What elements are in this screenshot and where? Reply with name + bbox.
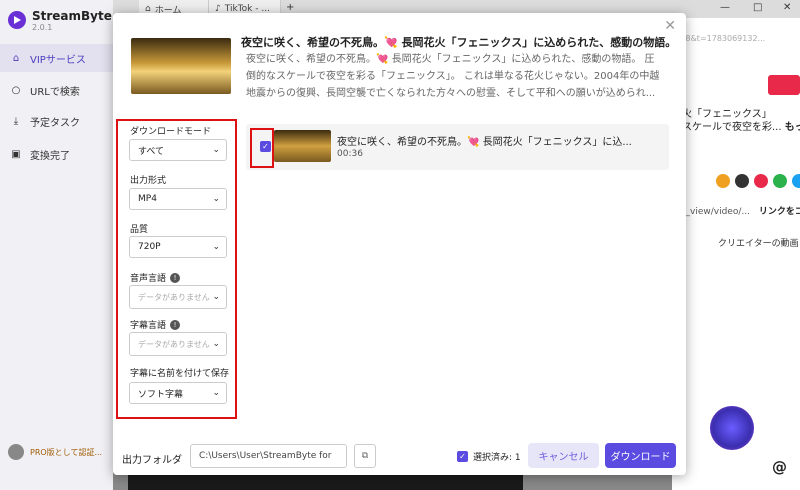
- app-window: StreamByte 2.0.1 ⌂ VIPサービス ○ URLで検索 ⤓ 予定…: [0, 0, 800, 490]
- label-text: 音声言語: [130, 274, 167, 284]
- info-icon: !: [170, 272, 181, 283]
- sidebar: StreamByte 2.0.1 ⌂ VIPサービス ○ URLで検索 ⤓ 予定…: [0, 0, 113, 490]
- page-title-line: スケールで夜空を彩...: [682, 122, 782, 133]
- pro-activation[interactable]: PRO版として認証...: [8, 444, 102, 460]
- download-button[interactable]: ダウンロード: [605, 443, 676, 468]
- folder-browse-icon[interactable]: ⧉: [354, 444, 376, 468]
- select-value: ソフト字幕: [138, 389, 184, 400]
- download-mode-select[interactable]: すべて ⌄: [129, 139, 227, 161]
- sidebar-item-label: 予定タスク: [30, 117, 80, 129]
- close-icon[interactable]: ✕: [664, 18, 676, 34]
- item-thumbnail: [274, 130, 331, 162]
- share-icon[interactable]: [754, 174, 768, 188]
- sidebar-item-label: URLで検索: [30, 86, 80, 98]
- share-icon[interactable]: [792, 174, 800, 188]
- selected-count: ✓ 選択済み: 1: [457, 450, 521, 463]
- sidebar-item-label: 変換完了: [30, 150, 70, 162]
- chevron-down-icon: ⌄: [212, 388, 220, 398]
- creator-videos-tab[interactable]: クリエイターの動画: [718, 236, 799, 249]
- video-title: 夜空に咲く、希望の不死鳥。💘 長岡花火「フェニックス」に込められた、感動の物語。…: [241, 36, 671, 49]
- output-folder-label: 出力フォルダ: [122, 455, 182, 466]
- sidebar-item-url-search[interactable]: ○ URLで検索: [0, 76, 113, 104]
- copy-link-button[interactable]: リンクをコ: [759, 207, 800, 217]
- sidebar-item-converted[interactable]: ▣ 変換完了: [0, 140, 113, 168]
- format-select[interactable]: MP4 ⌄: [129, 188, 227, 210]
- video-description: 夜空に咲く、希望の不死鳥。💘 長岡花火「フェニックス」に込められた、感動の物語。…: [246, 54, 660, 99]
- sidebar-item-vip[interactable]: ⌂ VIPサービス: [0, 44, 113, 72]
- sidebar-item-label: VIPサービス: [30, 54, 86, 66]
- subtitle-save-select[interactable]: ソフト字幕 ⌄: [129, 382, 227, 404]
- select-value: MP4: [138, 194, 157, 204]
- new-tab-button[interactable]: +: [286, 2, 294, 13]
- mention-icon[interactable]: @: [772, 458, 787, 476]
- logo-icon: [8, 11, 26, 29]
- share-icon[interactable]: [773, 174, 787, 188]
- chevron-down-icon: ⌄: [212, 242, 220, 252]
- format-label: 出力形式: [130, 176, 167, 186]
- select-value: すべて: [138, 146, 165, 157]
- sidebar-item-scheduled[interactable]: ⤓ 予定タスク: [0, 107, 113, 135]
- url-fragment: A8&t=1783069132...: [680, 34, 766, 43]
- download-icon: ⤓: [13, 115, 19, 127]
- subtitle-language-select[interactable]: データがありません ⌄: [129, 332, 227, 356]
- chevron-down-icon: ⌄: [212, 291, 220, 302]
- quality-label: 品質: [130, 225, 149, 235]
- audio-language-select[interactable]: データがありません ⌄: [129, 285, 227, 309]
- select-value: データがありません: [138, 339, 210, 349]
- selected-text: 選択済み: 1: [473, 453, 521, 463]
- home-icon: ⌂: [12, 52, 20, 64]
- item-duration: 00:36: [337, 149, 363, 159]
- app-logo: StreamByte 2.0.1: [8, 9, 112, 32]
- chevron-down-icon: ⌄: [212, 145, 220, 155]
- chevron-down-icon: ⌄: [212, 194, 220, 204]
- subtitle-language-label: 字幕言語 !: [130, 318, 181, 331]
- video-thumbnail: [131, 38, 231, 94]
- chevron-down-icon: ⌄: [212, 338, 220, 349]
- item-title: 夜空に咲く、希望の不死鳥。💘 長岡花火「フェニックス」に込...: [337, 137, 632, 148]
- browser-content: A8&t=1783069132... 火「フェニックス」 スケールで夜空を彩..…: [672, 18, 800, 490]
- checkbox-highlight: [250, 128, 274, 168]
- app-name: StreamByte: [32, 9, 112, 23]
- converted-icon: ▣: [11, 148, 21, 160]
- subtitle-save-label: 字幕に名前を付けて保存: [130, 369, 230, 379]
- pro-label: PRO版として認証...: [30, 447, 103, 457]
- select-all-checkbox[interactable]: ✓: [457, 451, 468, 462]
- search-icon: ○: [11, 84, 21, 96]
- label-text: 字幕言語: [130, 321, 167, 331]
- page-title: 火「フェニックス」 スケールで夜空を彩... もっと: [682, 108, 800, 134]
- page-title-line: 火「フェニックス」: [682, 109, 772, 120]
- app-version: 2.0.1: [32, 23, 53, 32]
- quality-select[interactable]: 720P ⌄: [129, 236, 227, 258]
- info-icon: !: [170, 319, 181, 330]
- share-icon[interactable]: [716, 174, 730, 188]
- link-row: o_view/video/... リンクをコ: [680, 204, 800, 217]
- select-value: 720P: [138, 242, 161, 252]
- select-value: データがありません: [138, 292, 210, 302]
- avatar: [8, 444, 24, 460]
- minimize-icon[interactable]: —: [720, 2, 730, 13]
- download-mode-label: ダウンロードモード: [130, 127, 212, 137]
- share-icons: [716, 174, 800, 188]
- download-dialog: ✕ 夜空に咲く、希望の不死鳥。💘 長岡花火「フェニックス」に込められた、感動の物…: [113, 13, 686, 475]
- output-folder-input[interactable]: C:\Users\User\StreamByte for: [190, 444, 347, 468]
- link-url: o_view/video/...: [680, 207, 750, 217]
- embed-icon[interactable]: [735, 174, 749, 188]
- video-list-item: ✓ 夜空に咲く、希望の不死鳥。💘 長岡花火「フェニックス」に込... 00:36: [246, 124, 669, 170]
- floating-download-orb[interactable]: [710, 406, 754, 450]
- cancel-button[interactable]: キャンセル: [528, 443, 599, 468]
- brand-button[interactable]: [768, 75, 800, 95]
- maximize-icon[interactable]: □: [753, 2, 762, 13]
- video-background: [128, 475, 523, 490]
- audio-language-label: 音声言語 !: [130, 271, 181, 284]
- close-window-icon[interactable]: ✕: [783, 2, 791, 13]
- more-link[interactable]: もっと: [785, 122, 800, 133]
